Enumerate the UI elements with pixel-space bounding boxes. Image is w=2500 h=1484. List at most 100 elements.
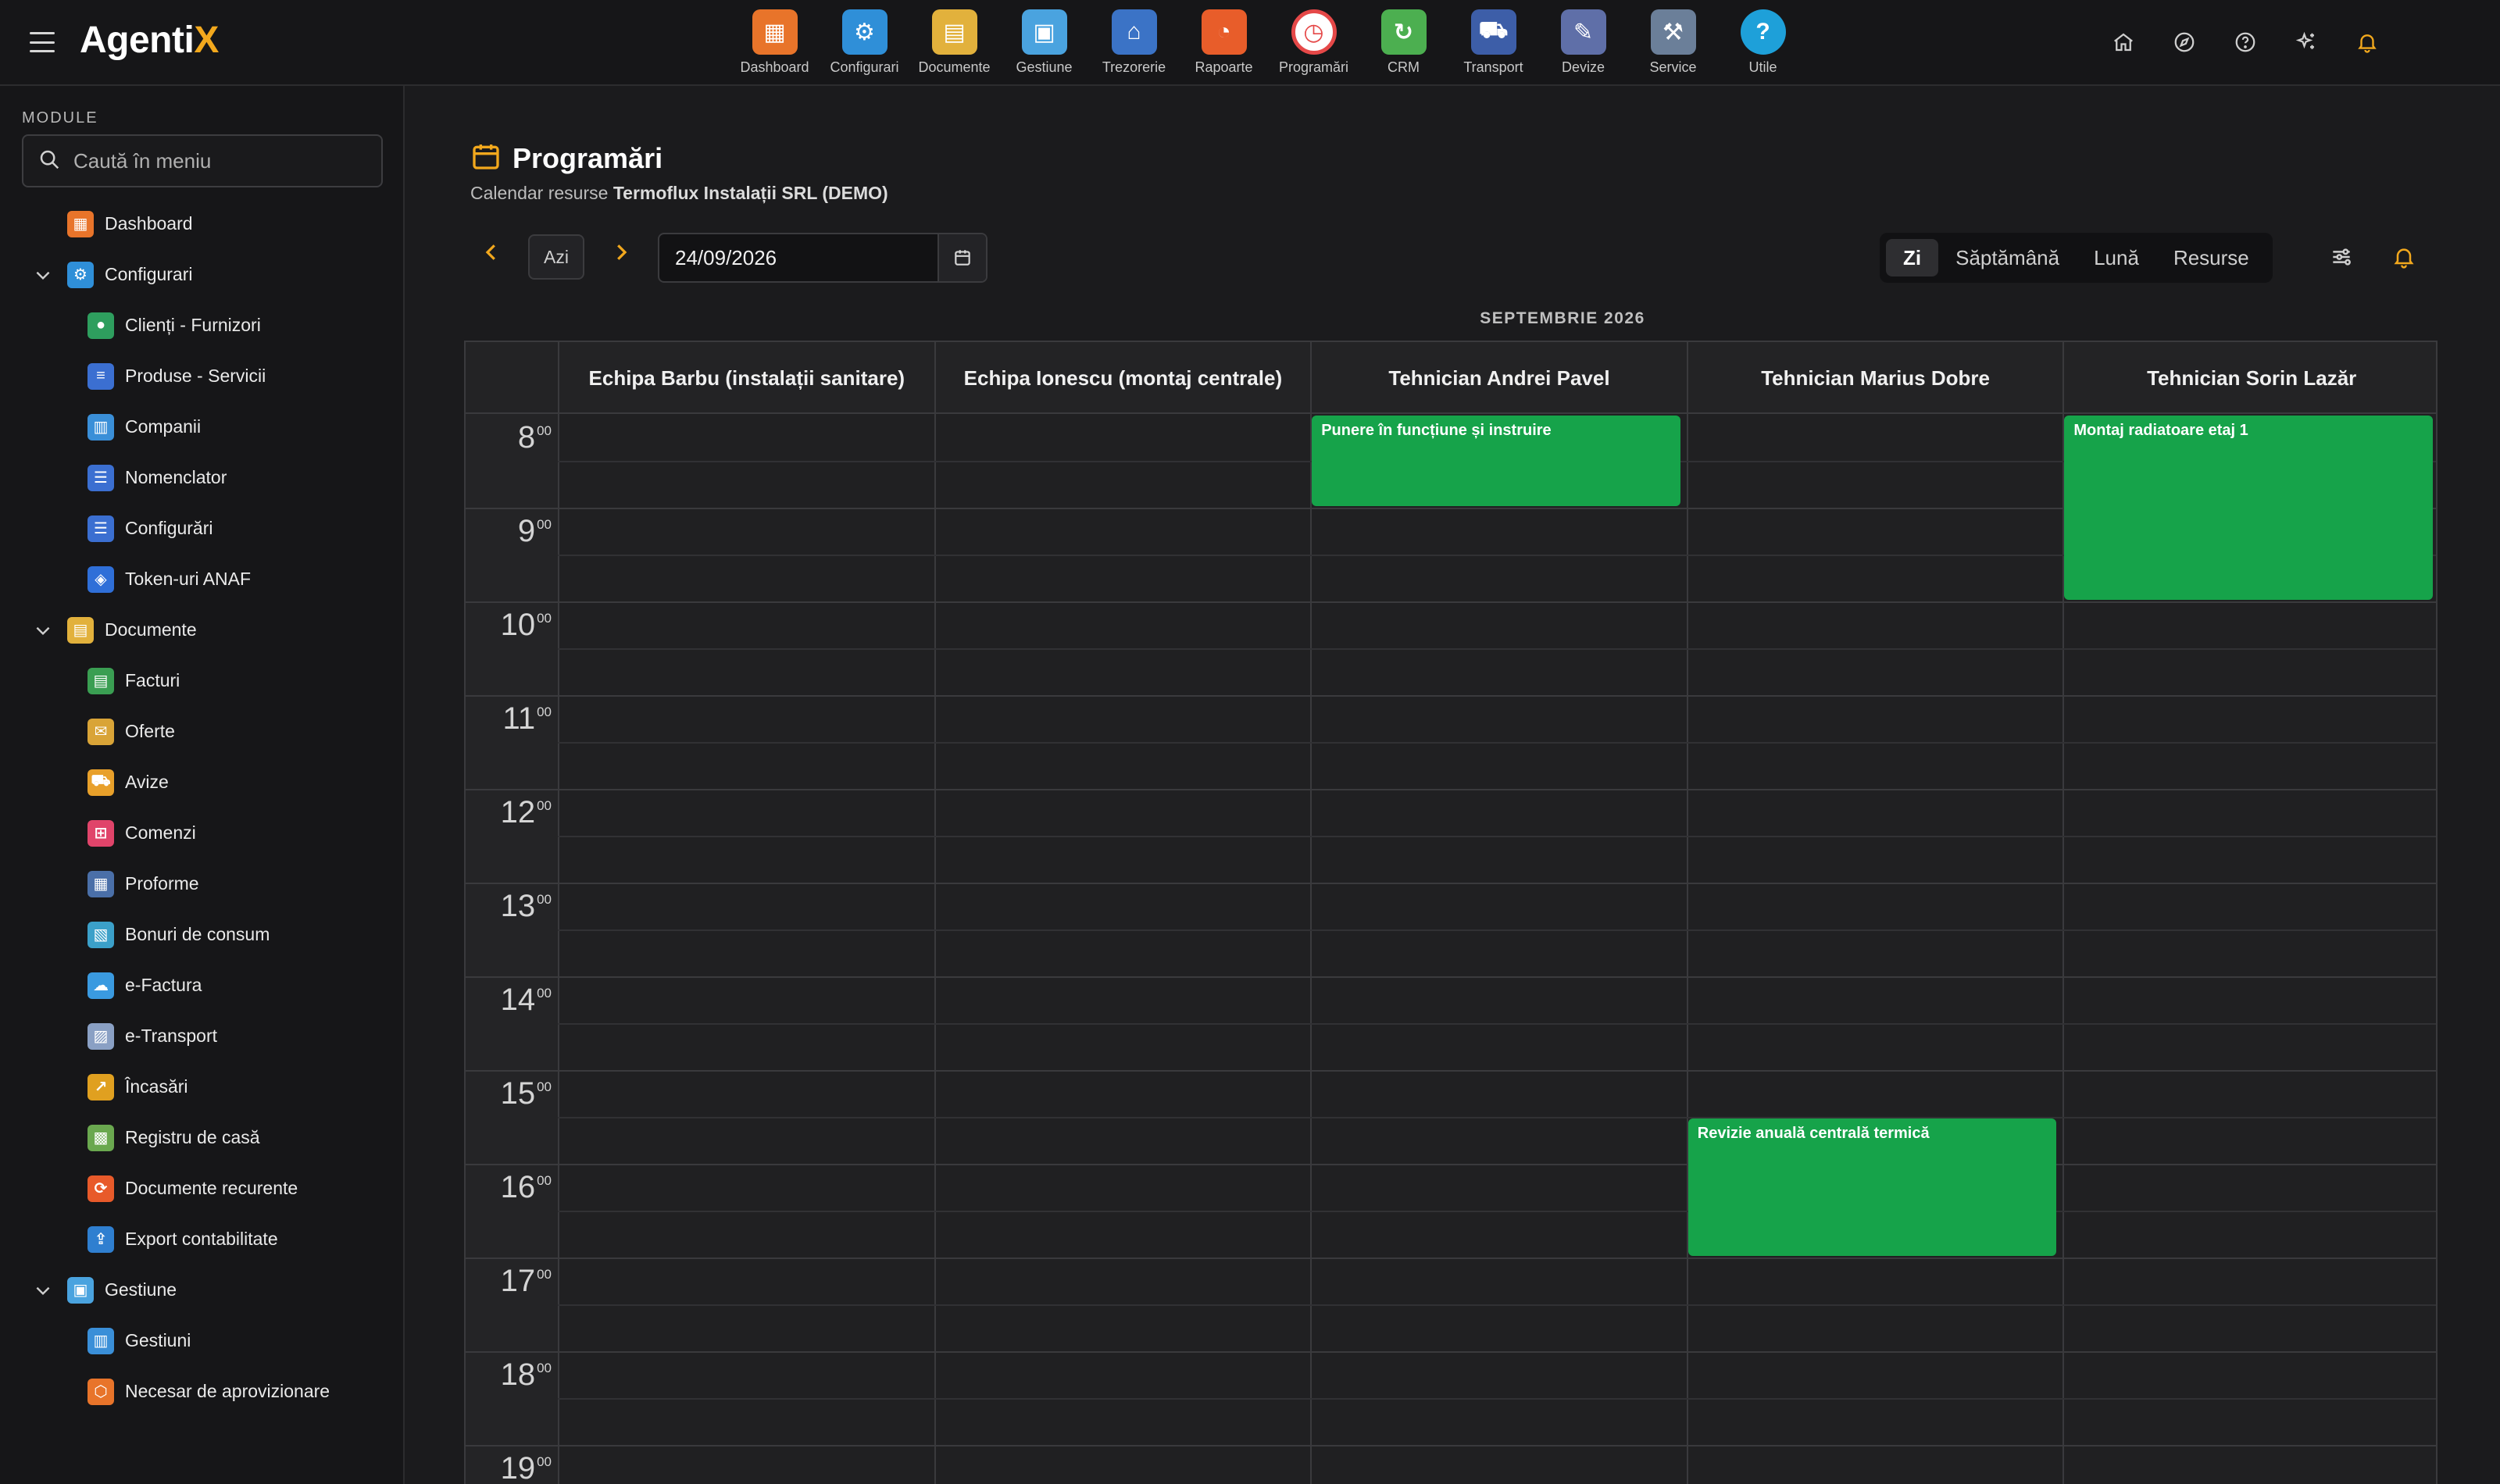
hour-gridline	[558, 695, 2436, 697]
module-trezorerie-button[interactable]: ⌂ Trezorerie	[1089, 9, 1179, 76]
sidebar-item-label: Export contabilitate	[125, 1229, 278, 1249]
sidebar-item-documente-recurente[interactable]: ⟳ Documente recurente	[0, 1163, 403, 1214]
sidebar-item-bonuri-de-consum[interactable]: ▧ Bonuri de consum	[0, 909, 403, 960]
home-icon[interactable]	[2108, 27, 2139, 58]
next-day-button[interactable]	[602, 233, 641, 272]
notifications-bell-icon[interactable]	[2352, 27, 2383, 58]
receipt-icon: ▧	[88, 921, 114, 948]
date-picker[interactable]	[658, 233, 988, 283]
tools-icon: ⚒	[1650, 9, 1696, 55]
hour-label: 10 00	[500, 608, 552, 642]
chevron-down-icon[interactable]	[31, 619, 55, 642]
half-hour-gridline	[558, 648, 2436, 650]
sidebar-item-label: Comenzi	[125, 822, 196, 843]
date-picker-button[interactable]	[938, 234, 986, 281]
sidebar-item-label: Bonuri de consum	[125, 924, 270, 944]
sidebar-item-proforme[interactable]: ▦ Proforme	[0, 858, 403, 909]
module-documente-button[interactable]: ▤ Documente	[909, 9, 999, 76]
view-tab-resurse[interactable]: Resurse	[2156, 239, 2266, 276]
building-icon: ▥	[88, 413, 114, 441]
sidebar-item-facturi[interactable]: ▤ Facturi	[0, 655, 403, 706]
filter-settings-icon[interactable]	[2325, 241, 2358, 273]
sidebar-item-e-factura[interactable]: ☁ e-Factura	[0, 960, 403, 1011]
module-label: CRM	[1388, 59, 1420, 75]
calendar-event[interactable]: Montaj radiatoare etaj 1	[2064, 416, 2433, 600]
view-tab-saptamana[interactable]: Săptămână	[1938, 239, 2077, 276]
hour-label: 15 00	[500, 1076, 552, 1111]
sidebar-item-clienti-furnizori[interactable]: ● Clienți - Furnizori	[0, 300, 403, 351]
sidebar-search[interactable]	[22, 134, 383, 187]
sidebar-item-configurari[interactable]: ⚙ Configurari	[0, 249, 403, 300]
hour-gridline	[466, 695, 558, 697]
date-input[interactable]	[659, 234, 938, 281]
today-button[interactable]: Azi	[528, 234, 584, 280]
module-label: Utile	[1748, 59, 1777, 75]
hour-gridline	[466, 1445, 558, 1447]
hour-label: 16 00	[500, 1170, 552, 1204]
sidebar-item-documente[interactable]: ▤ Documente	[0, 605, 403, 655]
module-service-button[interactable]: ⚒ Service	[1628, 9, 1718, 76]
sparkle-icon[interactable]	[2291, 27, 2322, 58]
company-name: Termoflux Instalații SRL (DEMO)	[612, 183, 888, 203]
sidebar-item-avize[interactable]: ⛟ Avize	[0, 757, 403, 808]
sidebar-item-label: Gestiune	[105, 1279, 177, 1300]
clock-icon: ◷	[1291, 9, 1337, 55]
invoice-icon: ▤	[88, 667, 114, 694]
reminder-bell-icon[interactable]	[2388, 241, 2420, 273]
compass-icon[interactable]	[2169, 27, 2200, 58]
cloud-icon: ☁	[88, 972, 114, 999]
hour-gridline	[466, 1164, 558, 1165]
growth-chart-icon: ↗	[88, 1073, 114, 1101]
sidebar-item-companii[interactable]: ▥ Companii	[0, 401, 403, 452]
month-label: SEPTEMBRIE 2026	[1480, 309, 1645, 327]
view-tab-zi[interactable]: Zi	[1886, 239, 1939, 276]
sidebar-item-e-transport[interactable]: ▨ e-Transport	[0, 1011, 403, 1061]
sidebar-item-necesar-de-aprovizionare[interactable]: ⬡ Necesar de aprovizionare	[0, 1366, 403, 1417]
recurring-icon: ⟳	[88, 1175, 114, 1202]
sidebar-item-export-contabilitate[interactable]: ⇪ Export contabilitate	[0, 1214, 403, 1265]
hour-gridline	[558, 601, 2436, 603]
sidebar-item-comenzi[interactable]: ⊞ Comenzi	[0, 808, 403, 858]
sidebar-item-label: Configurari	[105, 264, 193, 284]
module-rapoarte-button[interactable]: ◔ Rapoarte	[1179, 9, 1269, 76]
help-icon[interactable]	[2230, 27, 2261, 58]
sidebar-item-gestiuni[interactable]: ▥ Gestiuni	[0, 1315, 403, 1366]
module-transport-button[interactable]: ⛟ Transport	[1448, 9, 1538, 76]
sidebar-item-produse-servicii[interactable]: ≡ Produse - Servicii	[0, 351, 403, 401]
page-header: Programări	[470, 141, 662, 176]
sidebar-search-input[interactable]	[73, 148, 370, 173]
chevron-down-icon[interactable]	[31, 263, 55, 287]
sidebar-item-token-uri-anaf[interactable]: ◈ Token-uri ANAF	[0, 554, 403, 605]
module-crm-button[interactable]: ↻ CRM	[1359, 9, 1448, 76]
hour-label: 9 00	[517, 514, 552, 548]
sidebar-item-nomenclator[interactable]: ☰ Nomenclator	[0, 452, 403, 503]
module-utile-button[interactable]: ? Utile	[1718, 9, 1808, 76]
view-tab-luna[interactable]: Lună	[2077, 239, 2156, 276]
sidebar-item-gestiune[interactable]: ▣ Gestiune	[0, 1265, 403, 1315]
sidebar-item-label: Avize	[125, 772, 169, 792]
module-gestiune-button[interactable]: ▣ Gestiune	[999, 9, 1089, 76]
module-dashboard-button[interactable]: ▦ Dashboard	[730, 9, 820, 76]
sidebar-item-label: Documente	[105, 619, 197, 640]
sidebar-item-dashboard[interactable]: ▦ Dashboard	[0, 198, 403, 249]
calendar-icon	[470, 141, 502, 176]
sidebar-item-incasari[interactable]: ↗ Încasări	[0, 1061, 403, 1112]
menu-toggle-icon[interactable]	[28, 28, 56, 56]
app-logo[interactable]: AgentiX	[80, 19, 219, 62]
calendar-event[interactable]: Revizie anuală centrală termică	[1688, 1118, 2057, 1256]
module-programari-button[interactable]: ◷ Programări	[1269, 9, 1359, 76]
module-devize-button[interactable]: ✎ Devize	[1538, 9, 1628, 76]
module-configurari-button[interactable]: ⚙ Configurari	[820, 9, 909, 76]
sidebar-item-configurari[interactable]: ☰ Configurări	[0, 503, 403, 554]
sidebar-item-registru-de-casa[interactable]: ▩ Registru de casă	[0, 1112, 403, 1163]
column-divider	[1686, 414, 1688, 1484]
calendar-event[interactable]: Punere în funcțiune și instruire	[1312, 416, 1680, 506]
previous-day-button[interactable]	[472, 233, 511, 272]
module-label: Programări	[1278, 59, 1349, 75]
chevron-down-icon[interactable]	[31, 1279, 55, 1302]
warehouse-icon: ▥	[88, 1327, 114, 1354]
module-label: Gestiune	[1016, 59, 1073, 75]
module-label: Rapoarte	[1195, 59, 1253, 75]
resource-header: Echipa Barbu (instalații sanitare)	[558, 342, 934, 414]
sidebar-item-oferte[interactable]: ✉ Oferte	[0, 706, 403, 757]
